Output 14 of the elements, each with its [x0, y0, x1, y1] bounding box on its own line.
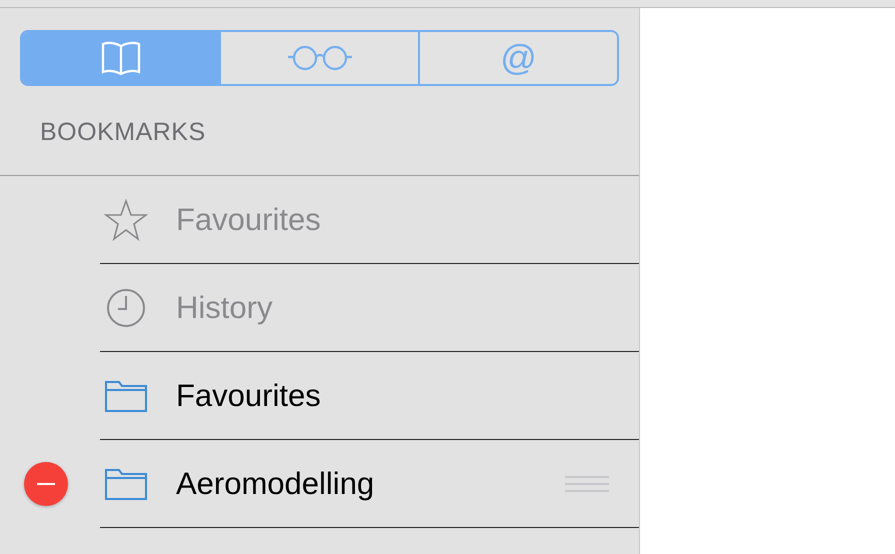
delete-button[interactable]: [24, 462, 68, 506]
tab[interactable]: [22, 32, 219, 84]
bookmark-row[interactable]: Favourites: [100, 352, 639, 440]
tab[interactable]: @: [418, 32, 617, 84]
bookmark-label[interactable]: Favourites: [176, 378, 639, 414]
star-icon: [104, 199, 148, 241]
drag-handle[interactable]: [565, 476, 609, 492]
clock-icon: [106, 288, 146, 328]
folder-icon: [104, 379, 148, 413]
glasses-icon: [286, 45, 352, 71]
section-title: BOOKMARKS: [40, 118, 207, 147]
bookmark-row[interactable]: Aeromodelling: [100, 440, 639, 528]
folder-icon: [104, 467, 148, 501]
bookmark-label[interactable]: Aeromodelling: [176, 466, 565, 502]
